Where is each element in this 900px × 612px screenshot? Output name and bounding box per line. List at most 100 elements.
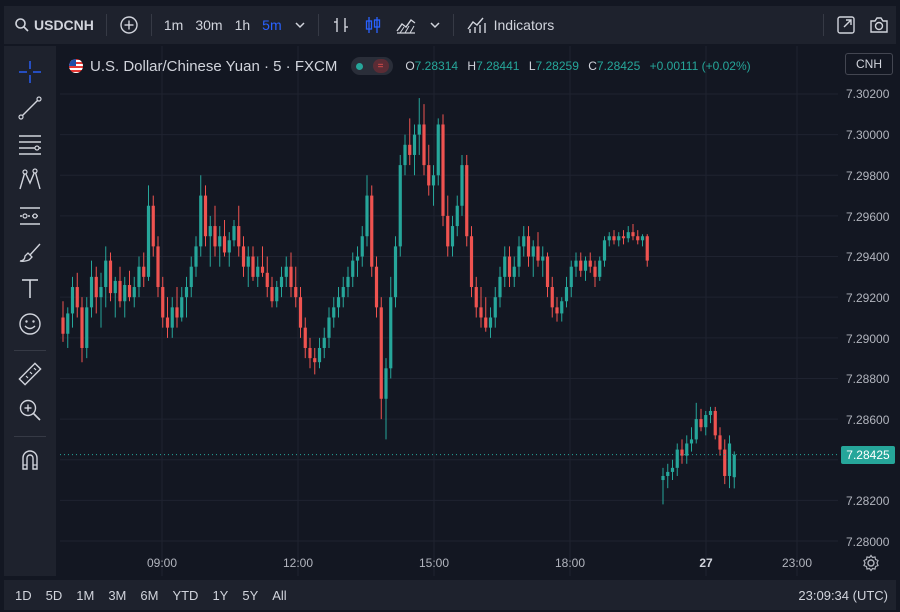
- price-tick: 7.30000: [846, 128, 890, 142]
- compare-button[interactable]: [113, 6, 145, 44]
- fib-retracement-tool[interactable]: [16, 130, 44, 158]
- candle-body: [569, 266, 573, 288]
- interval-5m-button[interactable]: 5m: [256, 6, 287, 44]
- range-1y-button[interactable]: 1Y: [205, 588, 235, 603]
- candle-body: [113, 280, 117, 294]
- candle-body: [360, 236, 364, 257]
- candle-body: [227, 240, 231, 253]
- crosshair-tool[interactable]: [16, 58, 44, 86]
- add-circle-icon: [120, 16, 138, 34]
- toolbar-divider: [105, 14, 107, 36]
- price-tick: 7.28000: [846, 535, 890, 549]
- candle-body: [146, 205, 151, 277]
- bar-style-button[interactable]: [325, 6, 357, 44]
- brush-icon: [19, 243, 41, 263]
- candle-body: [427, 165, 431, 186]
- pattern-tool[interactable]: [16, 166, 44, 194]
- time-tick: 23:00: [781, 556, 813, 570]
- gear-icon: [863, 554, 879, 572]
- toolbar-divider: [14, 350, 46, 351]
- chevron-down-icon: [430, 22, 440, 29]
- candle-body: [61, 317, 65, 334]
- candle-body: [218, 236, 222, 247]
- trend-line-tool[interactable]: [16, 94, 44, 122]
- candle-body: [694, 419, 698, 440]
- symbol-search[interactable]: USDCNH: [4, 6, 100, 44]
- price-tick: 7.29800: [846, 169, 890, 183]
- range-1d-button[interactable]: 1D: [8, 588, 39, 603]
- candle-body: [666, 471, 670, 476]
- camera-icon: [870, 17, 888, 33]
- candle-body: [531, 246, 535, 257]
- indicators-icon: [467, 17, 486, 33]
- candle-body: [398, 165, 402, 247]
- toolbar-divider: [150, 14, 152, 36]
- price-axis[interactable]: 7.30200 7.30000 7.29800 7.29600 7.29400 …: [838, 46, 900, 576]
- chevron-down-icon: [295, 22, 305, 29]
- range-6m-button[interactable]: 6M: [133, 588, 165, 603]
- candle-body: [151, 205, 155, 247]
- candle-body: [564, 287, 569, 302]
- candlestick-chart[interactable]: [60, 46, 838, 576]
- legend-title[interactable]: U.S. Dollar/Chinese Yuan · 5 · FXCM: [90, 58, 337, 75]
- text-tool[interactable]: [16, 274, 44, 302]
- range-ytd-button[interactable]: YTD: [165, 588, 205, 603]
- range-all-button[interactable]: All: [265, 588, 293, 603]
- snapshot-button[interactable]: [862, 6, 896, 44]
- candle-body: [699, 419, 703, 428]
- candle-body: [303, 327, 307, 348]
- range-5d-button[interactable]: 5D: [39, 588, 70, 603]
- candle-body: [417, 124, 421, 135]
- candle-body: [184, 287, 189, 298]
- indicators-label: Indicators: [493, 17, 555, 33]
- candle-body: [336, 297, 341, 308]
- candle-body: [598, 260, 602, 277]
- chart-pane[interactable]: [60, 46, 838, 576]
- candle-body: [469, 236, 474, 288]
- date-tick: 27: [699, 556, 713, 570]
- candle-body: [75, 287, 79, 308]
- candle-body: [127, 284, 132, 298]
- candle-body: [94, 276, 98, 298]
- axis-settings-button[interactable]: [862, 554, 880, 572]
- candle-body: [80, 307, 84, 348]
- candle-body: [465, 165, 469, 237]
- candle-body: [180, 297, 184, 318]
- range-3m-button[interactable]: 3M: [101, 588, 133, 603]
- market-status-badge[interactable]: =: [351, 57, 394, 75]
- toolbar-divider: [452, 14, 454, 36]
- emoji-tool[interactable]: [16, 310, 44, 338]
- chart-legend: U.S. Dollar/Chinese Yuan · 5 · FXCM = O7…: [68, 54, 757, 78]
- area-style-button[interactable]: [389, 6, 423, 44]
- range-5y-button[interactable]: 5Y: [235, 588, 265, 603]
- toolbar-divider: [317, 14, 319, 36]
- interval-30m-button[interactable]: 30m: [189, 6, 228, 44]
- utc-clock[interactable]: 23:09:34 (UTC): [798, 588, 896, 603]
- range-1m-button[interactable]: 1M: [69, 588, 101, 603]
- candle-body: [617, 236, 621, 241]
- fullscreen-button[interactable]: [830, 6, 862, 44]
- candle-body: [251, 256, 255, 277]
- candle-body: [713, 410, 717, 436]
- interval-dropdown[interactable]: [288, 6, 312, 44]
- candle-body: [260, 266, 265, 273]
- area-style-icon: [396, 19, 416, 34]
- forecast-tool[interactable]: [16, 202, 44, 230]
- interval-1h-button[interactable]: 1h: [229, 6, 257, 44]
- magnet-tool[interactable]: [16, 446, 44, 474]
- time-tick: 09:00: [146, 556, 178, 570]
- candle-body: [222, 236, 227, 253]
- candle-body: [723, 449, 727, 476]
- measure-tool[interactable]: [16, 360, 44, 388]
- zoom-tool[interactable]: [16, 396, 44, 424]
- candle-body: [374, 266, 379, 308]
- brush-tool[interactable]: [16, 238, 44, 266]
- crosshair-icon: [19, 61, 41, 83]
- chart-style-dropdown[interactable]: [423, 6, 447, 44]
- candle-body: [85, 307, 89, 348]
- indicators-button[interactable]: Indicators: [460, 6, 561, 44]
- candle-body: [284, 266, 288, 277]
- candle-style-button[interactable]: [357, 6, 389, 44]
- interval-1m-button[interactable]: 1m: [158, 6, 189, 44]
- candle-body: [607, 236, 611, 241]
